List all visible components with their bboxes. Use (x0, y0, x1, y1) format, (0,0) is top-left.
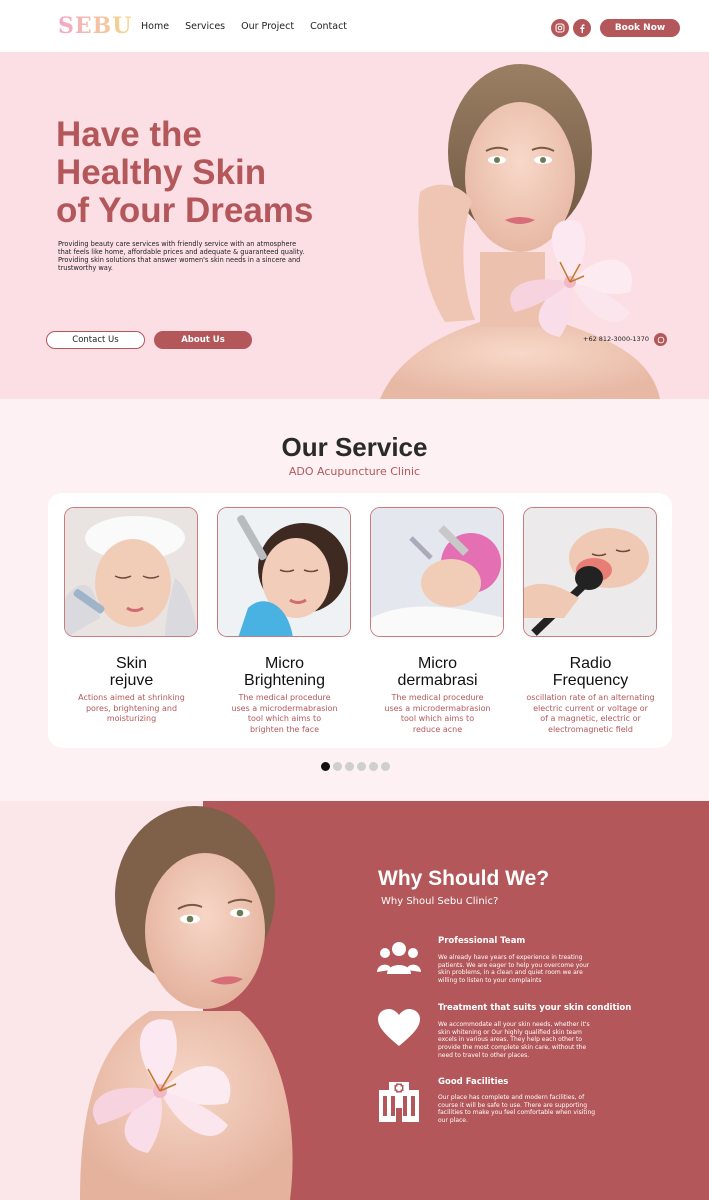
carousel-pagination (321, 762, 390, 771)
whatsapp-icon[interactable] (654, 333, 667, 346)
pagination-dot[interactable] (321, 762, 330, 771)
phone-number[interactable]: +62 812-3000-1370 (583, 335, 649, 343)
nav-link-contact[interactable]: Contact (310, 21, 347, 32)
service-image-micro-dermabrasi (370, 507, 504, 637)
why-section: Why Should We? Why Shoul Sebu Clinic? Pr… (0, 801, 709, 1200)
our-service-section: Our Service ADO Acupuncture Clinic Skin … (0, 399, 709, 801)
nav-link-services[interactable]: Services (185, 21, 225, 32)
brand-logo[interactable]: SEBU (58, 13, 132, 39)
team-icon (376, 937, 422, 979)
service-name: Micro dermabrasi (397, 655, 478, 689)
service-subtitle: ADO Acupuncture Clinic (288, 465, 421, 478)
pagination-dot[interactable] (357, 762, 366, 771)
service-card-micro-brightening[interactable]: Micro Brightening The medical procedure … (217, 507, 352, 735)
pagination-dot[interactable] (381, 762, 390, 771)
why-portrait-image (80, 806, 293, 1200)
hero-description: Providing beauty care services with frie… (58, 240, 305, 272)
hospital-icon (376, 1081, 422, 1123)
service-description: Actions aimed at shrinking pores, bright… (78, 693, 185, 723)
nav-link-home[interactable]: Home (141, 21, 169, 32)
feature-description: Our place has complete and modern facili… (438, 1094, 596, 1125)
hero-title: Have the Healthy Skin of Your Dreams (56, 115, 314, 230)
top-navbar: SEBU Home Services Our Project Contact B… (0, 0, 709, 52)
why-subtitle: Why Shoul Sebu Clinic? (381, 896, 499, 907)
service-image-skin-rejuve (64, 507, 198, 637)
service-carousel: Skin rejuve Actions aimed at shrinking p… (48, 493, 672, 748)
hero-portrait-image (380, 64, 660, 399)
feature-title: Good Facilities (438, 1077, 509, 1087)
book-now-button[interactable]: Book Now (600, 19, 680, 37)
service-card-radio-frequency[interactable]: Radio Frequency oscillation rate of an a… (523, 507, 658, 735)
pagination-dot[interactable] (345, 762, 354, 771)
feature-description: We already have years of experience in t… (438, 954, 590, 985)
service-title: Our Service (281, 432, 428, 462)
hero-section: Have the Healthy Skin of Your Dreams Pro… (0, 52, 709, 399)
service-name: Micro Brightening (244, 655, 325, 689)
feature-description: We accommodate all your skin needs, whet… (438, 1021, 590, 1059)
service-description: The medical procedure uses a microdermab… (231, 693, 338, 734)
about-us-button[interactable]: About Us (154, 331, 252, 349)
nav-links: Home Services Our Project Contact (141, 21, 363, 32)
feature-title: Professional Team (438, 936, 526, 946)
pagination-dot[interactable] (333, 762, 342, 771)
nav-link-our-project[interactable]: Our Project (241, 21, 294, 32)
service-image-micro-brightening (217, 507, 351, 637)
service-name: Skin rejuve (109, 655, 154, 689)
instagram-icon[interactable] (551, 19, 569, 37)
contact-us-button[interactable]: Contact Us (46, 331, 145, 349)
facebook-icon[interactable] (573, 19, 591, 37)
service-name: Radio Frequency (552, 655, 629, 689)
pagination-dot[interactable] (369, 762, 378, 771)
heart-icon (376, 1007, 422, 1049)
service-card-skin-rejuve[interactable]: Skin rejuve Actions aimed at shrinking p… (64, 507, 199, 725)
service-description: oscillation rate of an alternating elect… (526, 693, 655, 734)
service-card-micro-dermabrasi[interactable]: Micro dermabrasi The medical procedure u… (370, 507, 505, 735)
service-description: The medical procedure uses a microdermab… (384, 693, 491, 734)
why-title: Why Should We? (378, 867, 550, 890)
service-image-radio-frequency (523, 507, 657, 637)
feature-title: Treatment that suits your skin condition (438, 1003, 632, 1013)
